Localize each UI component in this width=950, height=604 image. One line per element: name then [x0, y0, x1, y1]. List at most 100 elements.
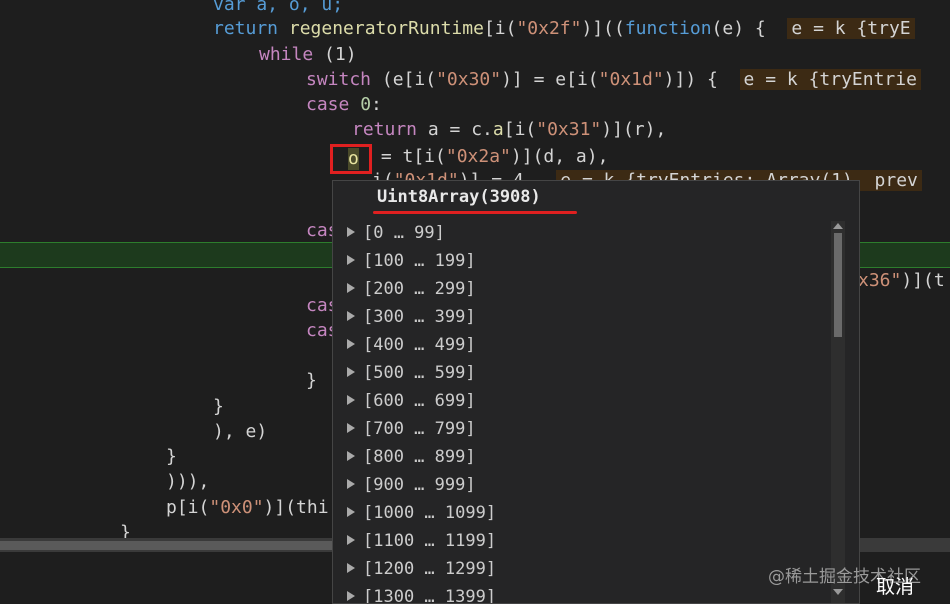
code-line-18: p[i("0x0")](thi [166, 495, 329, 520]
code-line-2: return regeneratorRuntime[i("0x2f")]((fu… [213, 16, 915, 41]
code-line-5: case 0: [306, 92, 382, 117]
array-range-item[interactable]: [200 … 299] [333, 275, 829, 303]
triangle-right-icon[interactable] [347, 283, 355, 293]
inline-value-hint: e = k {tryEntrie [739, 69, 921, 90]
array-range-item[interactable]: [400 … 499] [333, 331, 829, 359]
range-label: [300 … 399] [363, 307, 476, 327]
code-line-14: } [213, 394, 224, 419]
code-text: p[i( [166, 497, 210, 518]
code-text: [i( [483, 18, 517, 39]
code-editor[interactable]: var a, o, u; return regeneratorRuntime[i… [0, 0, 950, 604]
array-range-item[interactable]: [1300 … 1399] [333, 583, 829, 603]
code-text: a [492, 119, 504, 140]
code-text: "0x0" [209, 497, 264, 518]
code-line-15: ), e) [213, 419, 267, 444]
range-label: [1000 … 1099] [363, 503, 497, 523]
code-line-6: return a = c.a[i("0x31")](r), [352, 117, 666, 142]
range-label: [500 … 599] [363, 363, 476, 383]
array-range-item[interactable]: [100 … 199] [333, 247, 829, 275]
triangle-right-icon[interactable] [347, 311, 355, 321]
range-label: [800 … 899] [363, 447, 476, 467]
popup-scrollbar-thumb[interactable] [834, 233, 842, 337]
code-text: regeneratorRuntime [288, 18, 484, 39]
code-text: switch [306, 69, 372, 90]
code-line-7: = t[i("0x2a")](d, a), [370, 144, 609, 169]
code-text: )]) { [663, 69, 718, 90]
horizontal-scrollbar-thumb[interactable] [0, 541, 340, 550]
code-text: return [213, 18, 289, 39]
code-text: while [259, 44, 314, 65]
array-range-item[interactable]: [300 … 399] [333, 303, 829, 331]
code-text: "0x31" [536, 119, 602, 140]
variable-preview-popup[interactable]: Uint8Array(3908) [0 … 99] [100 … 199] [2… [332, 180, 860, 604]
code-line-17: ))), [166, 469, 209, 494]
array-range-item[interactable]: [800 … 899] [333, 443, 829, 471]
array-range-item[interactable]: [700 … 799] [333, 415, 829, 443]
code-line-1: var a, o, u; [213, 0, 343, 17]
range-label: [900 … 999] [363, 475, 476, 495]
code-text: case [306, 94, 350, 115]
code-text: } [166, 446, 177, 467]
triangle-right-icon[interactable] [347, 227, 355, 237]
range-label: [200 … 299] [363, 279, 476, 299]
array-range-item[interactable]: [1000 … 1099] [333, 499, 829, 527]
code-text: )](( [581, 18, 625, 39]
triangle-right-icon[interactable] [347, 591, 355, 601]
array-range-item[interactable]: [500 … 599] [333, 359, 829, 387]
code-text: a = c. [417, 119, 493, 140]
code-text: = t[i( [370, 146, 446, 167]
code-line-16: } [166, 444, 177, 469]
code-text: "0x30" [436, 69, 502, 90]
code-text: )](d, a), [510, 146, 609, 167]
range-label: [700 … 799] [363, 419, 476, 439]
range-label: [1100 … 1199] [363, 531, 497, 551]
triangle-right-icon[interactable] [347, 479, 355, 489]
scroll-up-icon[interactable] [833, 223, 843, 229]
code-text: var a, o, u; [213, 0, 344, 15]
triangle-right-icon[interactable] [347, 423, 355, 433]
triangle-right-icon[interactable] [347, 535, 355, 545]
code-text: ), e) [213, 421, 268, 442]
scroll-down-icon[interactable] [833, 589, 843, 595]
code-text: } [213, 396, 224, 417]
cancel-button[interactable]: 取消 [876, 572, 914, 599]
array-range-item[interactable]: [600 … 699] [333, 387, 829, 415]
range-label: [1200 … 1299] [363, 559, 497, 579]
popup-title: Uint8Array(3908) [377, 187, 541, 207]
code-text: function [624, 18, 712, 39]
code-text: x36" [858, 270, 902, 291]
array-range-item[interactable]: [1100 … 1199] [333, 527, 829, 555]
code-line-10: x36")](t [858, 268, 945, 293]
triangle-right-icon[interactable] [347, 395, 355, 405]
code-text: )](r), [601, 119, 667, 140]
code-text: [i( [503, 119, 537, 140]
code-line-4: switch (e[i("0x30")] = e[i("0x1d")]) { e… [306, 67, 921, 92]
code-text: (1) [313, 44, 357, 65]
code-text: )](thi [263, 497, 329, 518]
code-text: 0 [360, 94, 372, 115]
array-range-list: [0 … 99] [100 … 199] [200 … 299] [300 … … [333, 219, 829, 603]
range-label: [0 … 99] [363, 223, 445, 243]
code-text: ))), [166, 471, 210, 492]
code-text: "0x1d" [598, 69, 664, 90]
triangle-right-icon[interactable] [347, 367, 355, 377]
code-line-3: while (1) [259, 42, 357, 67]
code-text: "0x2f" [516, 18, 582, 39]
array-range-item[interactable]: [0 … 99] [333, 219, 829, 247]
code-text: )](t [901, 270, 945, 291]
code-text: return [352, 119, 418, 140]
code-text: } [306, 370, 317, 391]
triangle-right-icon[interactable] [347, 255, 355, 265]
code-text: (e) { [711, 18, 766, 39]
triangle-right-icon[interactable] [347, 339, 355, 349]
array-range-item[interactable]: [900 … 999] [333, 471, 829, 499]
triangle-right-icon[interactable] [347, 507, 355, 517]
triangle-right-icon[interactable] [347, 563, 355, 573]
inline-value-hint: e = k {tryE [787, 18, 915, 39]
code-line-13: } [306, 368, 317, 393]
triangle-right-icon[interactable] [347, 451, 355, 461]
title-underline [373, 211, 577, 214]
array-range-item[interactable]: [1200 … 1299] [333, 555, 829, 583]
code-text: (e[i( [371, 69, 437, 90]
code-text: "0x2a" [445, 146, 511, 167]
